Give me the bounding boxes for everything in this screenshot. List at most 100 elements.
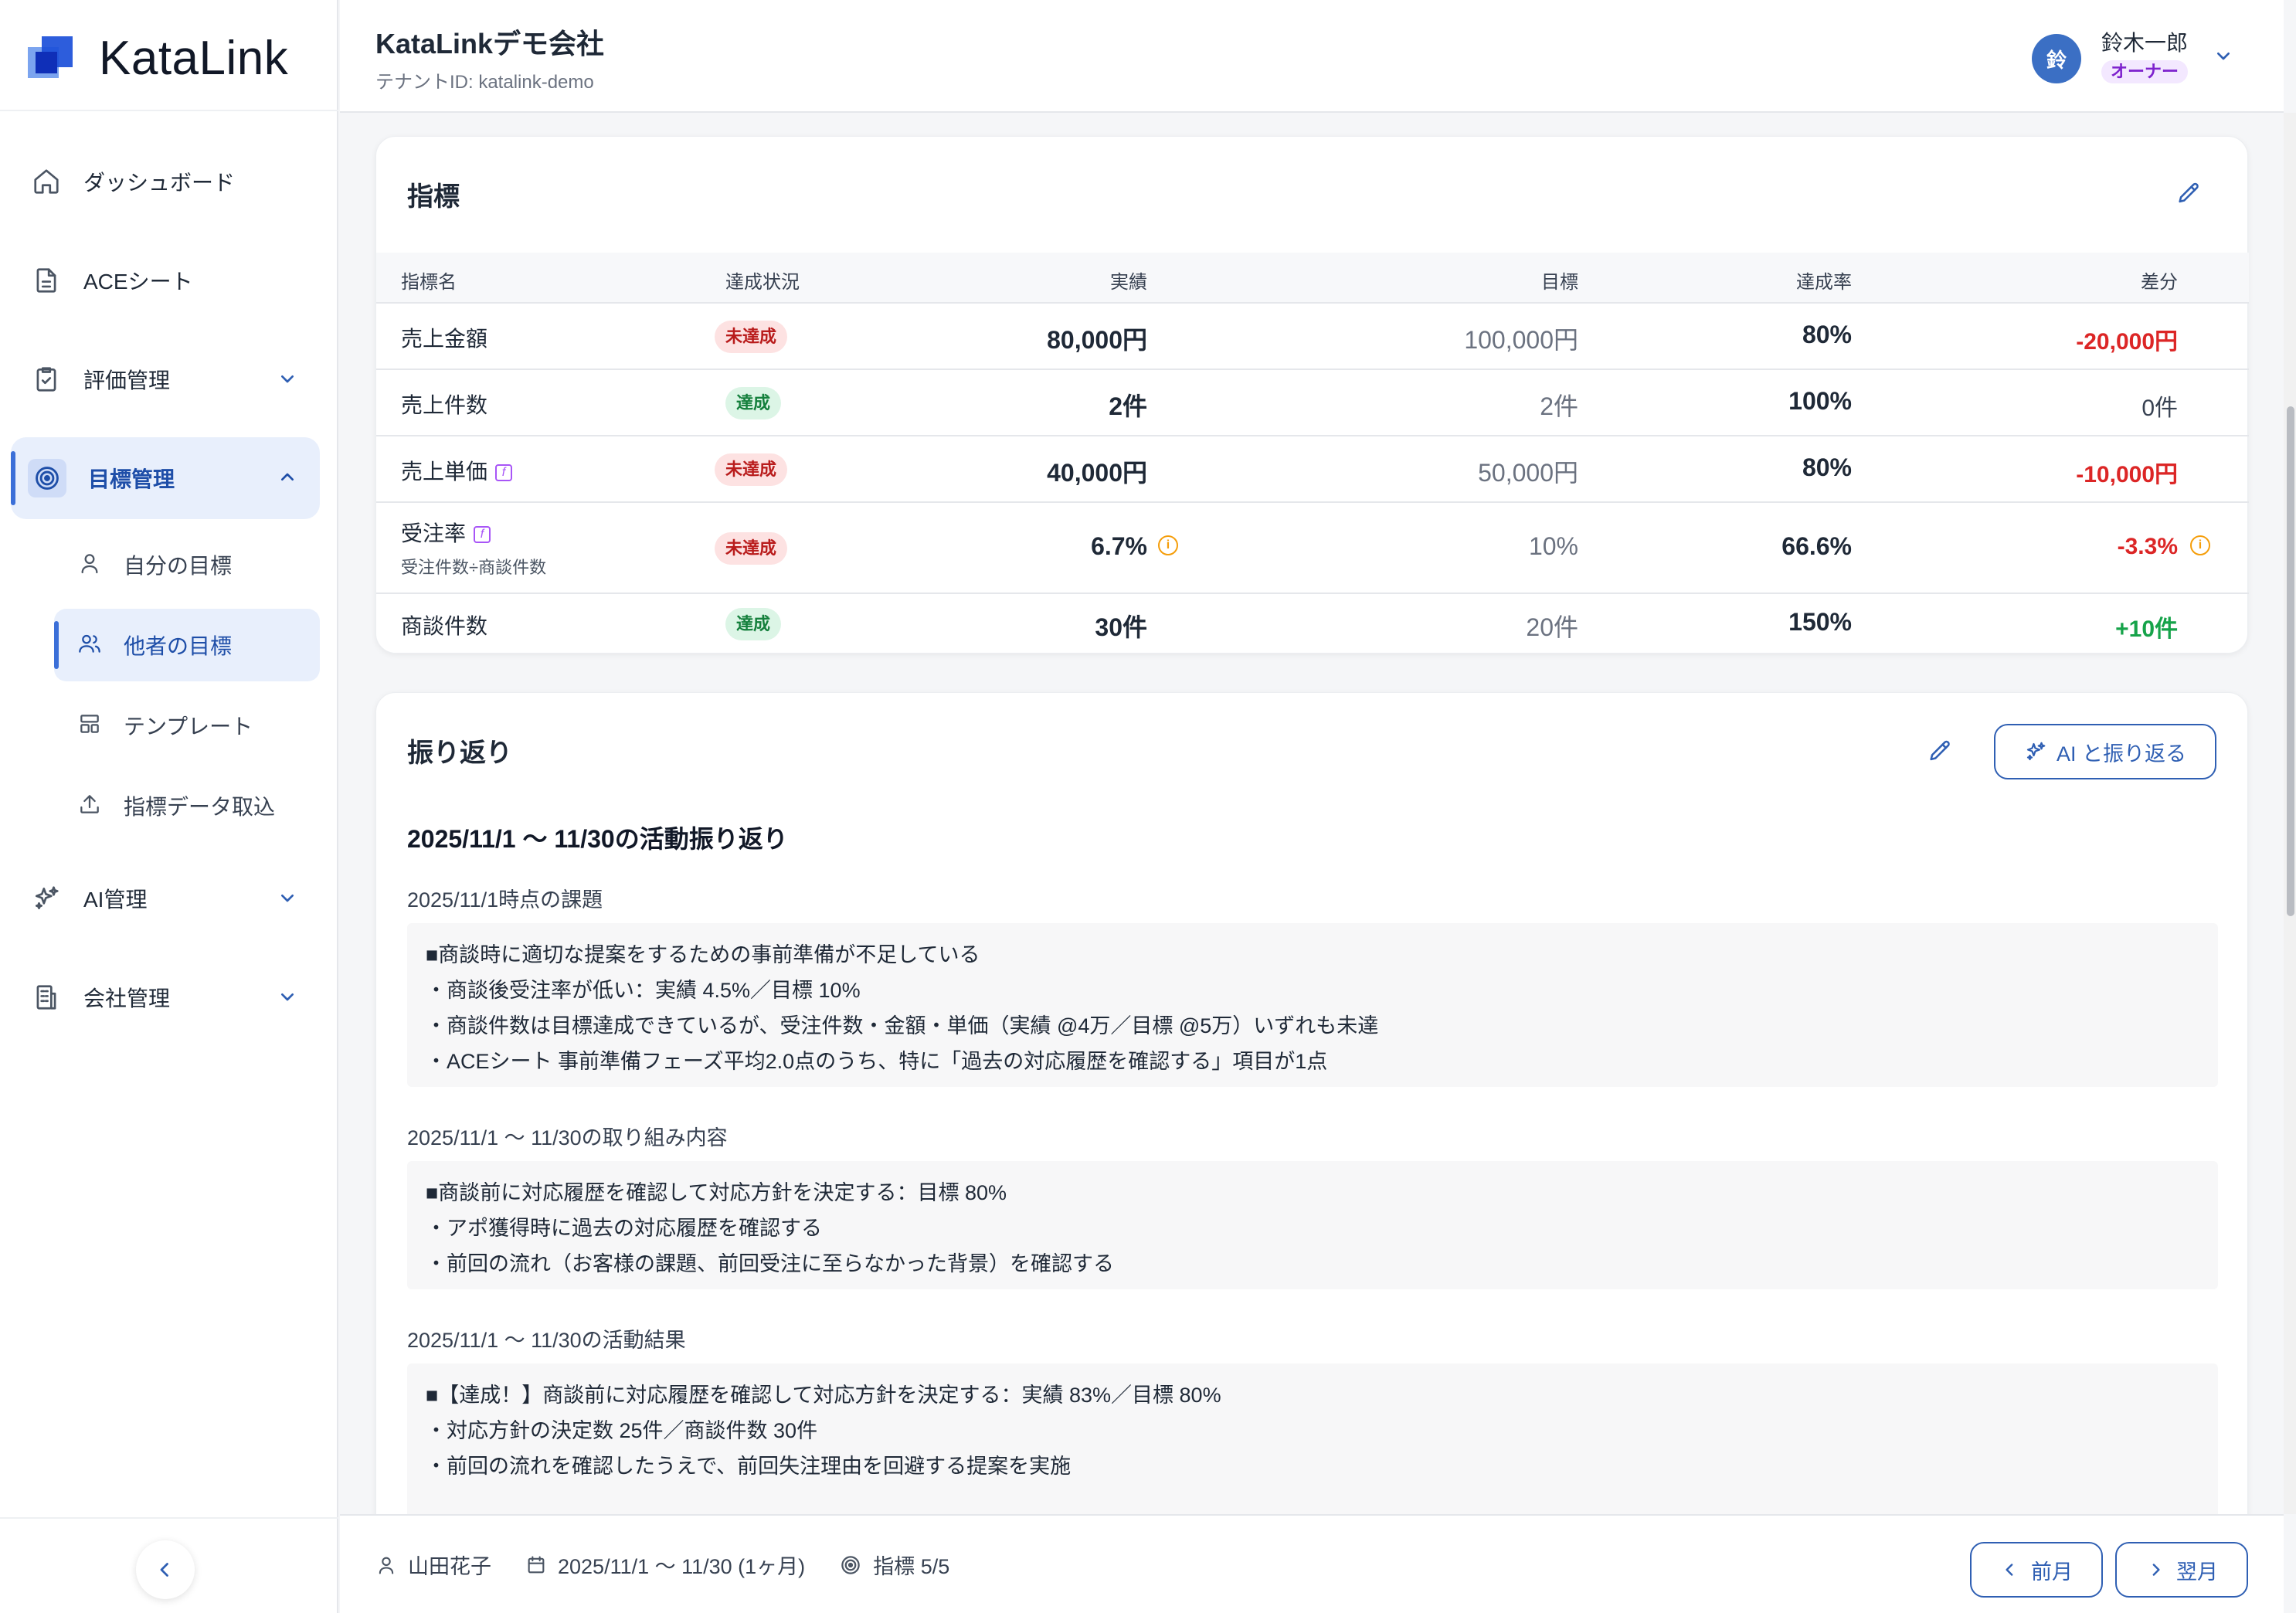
section-line: ・アポ獲得時に過去の対応履歴を確認する xyxy=(426,1217,822,1240)
role-badge: オーナー xyxy=(2101,60,2189,83)
section-line: ■【達成！】商談前に対応履歴を確認して対応方針を決定する：実績 83%／目標 8… xyxy=(426,1384,1221,1407)
formula-icon: f xyxy=(474,526,491,543)
metric-formula: 受注件数÷商談件数 xyxy=(401,558,547,577)
prev-month-label: 前月 xyxy=(2031,1560,2073,1584)
sidebar-item-label: AI管理 xyxy=(83,888,148,912)
chevron-down-icon[interactable] xyxy=(2211,43,2236,68)
chevron-left-icon xyxy=(2006,1564,2013,1576)
target-icon xyxy=(28,459,66,497)
metric-target: 2件 xyxy=(1540,392,1578,420)
sidebar-subitem-metric-import[interactable]: 指標データ取込 xyxy=(54,769,320,842)
sidebar-item-dashboard[interactable]: ダッシュボード xyxy=(11,141,320,222)
sidebar-subitem-my-goals[interactable]: 自分の目標 xyxy=(54,528,320,601)
formula-icon: f xyxy=(495,464,513,481)
metric-target: 20件 xyxy=(1526,613,1578,641)
metric-name-wrap: 売上単価 f xyxy=(401,455,513,486)
section-line: ■商談時に適切な提案をするための事前準備が不足している xyxy=(426,943,980,966)
table-row[interactable]: 売上件数 達成 2件 2件 100% 0件 xyxy=(376,370,2249,436)
home-icon xyxy=(31,166,62,197)
edit-metrics-button[interactable] xyxy=(2172,177,2206,211)
goal-period: 2025/11/1 〜 11/30 (1ヶ月) xyxy=(558,1555,806,1578)
chevron-down-icon xyxy=(281,993,294,1001)
section-content: ■【達成！】商談前に対応履歴を確認して対応方針を決定する：実績 83%／目標 8… xyxy=(407,1363,2218,1533)
metric-rate: 66.6% xyxy=(1781,532,1852,560)
metric-name: 売上金額 xyxy=(401,327,488,351)
next-month-label: 翌月 xyxy=(2176,1560,2218,1584)
metric-actual: 2件 xyxy=(1109,392,1147,420)
metrics-title: 指標 xyxy=(407,182,460,212)
metric-actual: 30件 xyxy=(1095,613,1147,641)
section-line: ・ACEシート 事前準備フェーズ平均2.0点のうち、特に「過去の対応履歴を確認す… xyxy=(426,1050,1328,1073)
footer-bar: 山田花子 2025/11/1 〜 11/30 (1ヶ月) 指標 5/5 前月 翌… xyxy=(340,1514,2284,1613)
metric-name: 売上件数 xyxy=(401,393,488,417)
metric-rate: 150% xyxy=(1788,608,1852,636)
metric-diff: -3.3% xyxy=(2117,534,2178,559)
ai-reflect-label: AI と振り返る xyxy=(2056,742,2186,766)
column-header: 目標 xyxy=(1541,272,1578,293)
chevron-down-icon xyxy=(281,895,294,902)
metric-diff: +10件 xyxy=(2115,616,2178,642)
building-icon xyxy=(31,982,62,1013)
status-badge: 達成 xyxy=(725,608,782,640)
metric-diff: 0件 xyxy=(2141,396,2178,421)
metrics-card: 指標 指標名 達成状況 実績 目標 達成率 差分 売上金額 未達成 80,000… xyxy=(375,136,2249,654)
table-row[interactable]: 受注率 f 受注件数÷商談件数 未達成 6.7% i 10% 66.6% -3.3… xyxy=(376,503,2249,594)
table-row[interactable]: 売上金額 未達成 80,000円 100,000円 80% -20,000円 xyxy=(376,304,2249,370)
users-icon xyxy=(77,631,102,660)
app-name: KataLink xyxy=(99,31,289,85)
collapse-sidebar-button[interactable] xyxy=(136,1540,195,1599)
tenant-name: KataLinkデモ会社 xyxy=(375,28,605,59)
section-line: ■商談前に対応履歴を確認して対応方針を決定する：目標 80% xyxy=(426,1181,1007,1204)
column-header: 指標名 xyxy=(401,272,457,293)
app-logo[interactable]: KataLink xyxy=(28,23,288,93)
sidebar-subitem-label: 自分の目標 xyxy=(124,554,233,578)
calendar-icon xyxy=(528,1555,545,1573)
metric-rate: 80% xyxy=(1802,453,1852,481)
reflection-heading: 2025/11/1 〜 11/30の活動振り返り xyxy=(407,825,788,853)
info-icon[interactable]: i xyxy=(1158,535,1178,555)
metric-diff: -10,000円 xyxy=(2076,462,2178,487)
logo-mark-icon xyxy=(28,33,77,83)
status-badge: 未達成 xyxy=(715,532,788,565)
sidebar-item-goal-management[interactable]: 目標管理 xyxy=(11,437,320,519)
column-header: 達成率 xyxy=(1796,272,1852,293)
sidebar-subitem-label: 他者の目標 xyxy=(124,634,233,658)
edit-reflection-button[interactable] xyxy=(1923,735,1957,769)
top-header: KataLinkデモ会社 テナントID: katalink-demo 鈴 鈴木一… xyxy=(340,0,2284,113)
table-row[interactable]: 売上単価 f 未達成 40,000円 50,000円 80% -10,000円 xyxy=(376,436,2249,503)
next-month-button[interactable]: 翌月 xyxy=(2115,1542,2248,1598)
info-icon[interactable]: i xyxy=(2190,535,2210,555)
sidebar-item-company-management[interactable]: 会社管理 xyxy=(11,956,320,1038)
sparkles-icon xyxy=(2026,742,2046,761)
user-name: 鈴木一郎 xyxy=(2101,31,2189,55)
sidebar-item-ai-management[interactable]: AI管理 xyxy=(11,857,320,939)
metric-name: 商談件数 xyxy=(401,614,488,638)
divider xyxy=(0,110,338,111)
scrollbar-thumb[interactable] xyxy=(2287,406,2294,916)
sidebar-subitem-templates[interactable]: テンプレート xyxy=(54,689,320,762)
divider xyxy=(0,1517,338,1519)
metric-actual: 6.7% xyxy=(1091,532,1147,560)
sidebar-item-evaluation[interactable]: 評価管理 xyxy=(11,338,320,420)
sidebar-item-ace-sheet[interactable]: ACEシート xyxy=(11,239,320,321)
document-icon xyxy=(31,265,62,296)
clipboard-check-icon xyxy=(31,364,62,395)
pencil-icon xyxy=(1930,740,1950,761)
column-header: 差分 xyxy=(2141,272,2178,293)
ai-reflect-button[interactable]: AI と振り返る xyxy=(1994,724,2216,779)
metric-name: 受注率 xyxy=(401,521,467,545)
table-row[interactable]: 商談件数 達成 30件 20件 150% +10件 xyxy=(376,594,2249,654)
status-badge: 未達成 xyxy=(715,453,788,486)
sidebar-subitem-others-goals[interactable]: 他者の目標 xyxy=(54,609,320,681)
metric-diff: -20,000円 xyxy=(2076,329,2178,355)
avatar: 鈴 xyxy=(2032,34,2081,83)
sidebar-item-label: ダッシュボード xyxy=(83,171,236,195)
metric-rate: 80% xyxy=(1802,321,1852,348)
metric-actual: 40,000円 xyxy=(1047,459,1147,487)
prev-month-button[interactable]: 前月 xyxy=(1970,1542,2103,1598)
goal-owner: 山田花子 xyxy=(408,1555,491,1578)
sparkles-icon xyxy=(31,883,62,914)
status-badge: 未達成 xyxy=(715,321,788,353)
metric-rate: 100% xyxy=(1788,387,1852,415)
reflection-card: 振り返り AI と振り返る 2025/11/1 〜 11/30の活動振り返り 2… xyxy=(375,692,2248,1573)
